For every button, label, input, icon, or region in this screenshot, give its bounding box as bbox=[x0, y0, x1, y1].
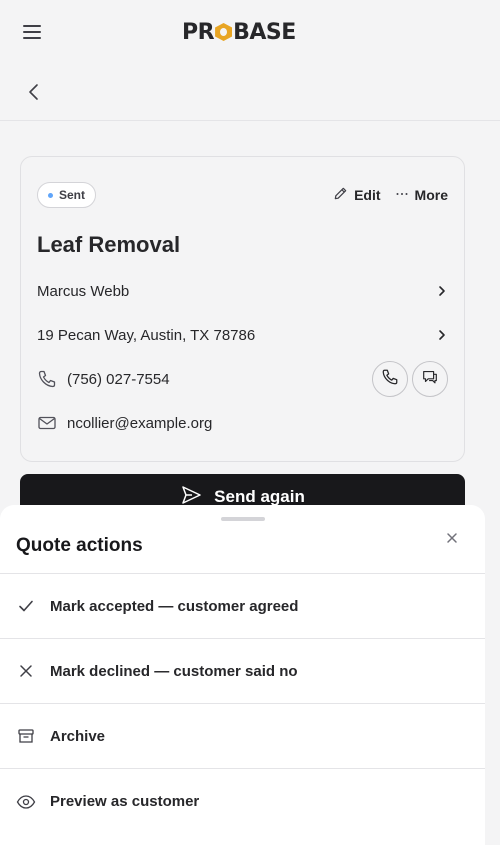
sub-header bbox=[0, 64, 500, 121]
hamburger-menu-icon[interactable] bbox=[20, 20, 44, 44]
send-again-label: Send again bbox=[214, 487, 305, 506]
status-label: Sent bbox=[59, 188, 86, 202]
edit-label: Edit bbox=[354, 187, 381, 203]
sheet-drag-handle[interactable] bbox=[221, 517, 265, 521]
archive-icon bbox=[16, 726, 36, 746]
action-label: Preview as customer bbox=[50, 793, 200, 810]
quote-title: Leaf Removal bbox=[37, 232, 181, 257]
status-dot-icon bbox=[48, 192, 53, 198]
chevron-right-icon bbox=[434, 327, 450, 347]
call-button[interactable] bbox=[372, 361, 408, 397]
back-arrow-icon[interactable] bbox=[22, 80, 46, 104]
eye-icon bbox=[16, 792, 36, 812]
action-label: Archive bbox=[50, 727, 106, 745]
preview-action[interactable]: Preview as customer bbox=[0, 769, 485, 834]
mail-icon bbox=[37, 413, 57, 433]
mark-accepted-action[interactable]: Mark accepted — customer agreed bbox=[0, 574, 485, 639]
edit-button[interactable]: Edit bbox=[333, 186, 381, 204]
more-dots-icon bbox=[395, 187, 409, 204]
logo-hex-icon bbox=[215, 23, 233, 41]
probase-logo[interactable]: PR BASE bbox=[182, 18, 296, 46]
chevron-right-icon bbox=[434, 283, 450, 303]
archive-action[interactable]: Archive bbox=[0, 704, 485, 769]
pencil-icon bbox=[333, 186, 348, 204]
logo-text-left: PR bbox=[182, 19, 215, 45]
logo-text-right: BASE bbox=[233, 19, 296, 45]
action-label: Mark declined — customer said no bbox=[50, 662, 298, 680]
customer-name: Marcus Webb bbox=[37, 282, 130, 300]
message-button[interactable] bbox=[412, 361, 448, 397]
email-text: ncollier@example.org bbox=[67, 414, 213, 432]
customer-row[interactable]: Marcus Webb bbox=[37, 279, 450, 303]
more-label: More bbox=[414, 187, 448, 203]
email-row[interactable]: ncollier@example.org bbox=[37, 411, 450, 435]
close-icon[interactable] bbox=[445, 531, 459, 545]
chat-bubbles-icon bbox=[421, 368, 439, 391]
phone-icon bbox=[37, 369, 57, 389]
card-actions: Edit More bbox=[333, 186, 448, 204]
quote-card: Sent Edit More Leaf Removal Marcus Webb … bbox=[20, 156, 465, 462]
x-icon bbox=[16, 661, 36, 681]
address-text: 19 Pecan Way, Austin, TX 78786 bbox=[37, 326, 256, 344]
more-button[interactable]: More bbox=[395, 187, 448, 204]
quote-actions-sheet: Quote actions Mark accepted — customer a… bbox=[0, 505, 485, 845]
sheet-title: Quote actions bbox=[16, 535, 143, 556]
address-row[interactable]: 19 Pecan Way, Austin, TX 78786 bbox=[37, 323, 450, 347]
phone-row: (756) 027-7554 bbox=[37, 367, 357, 391]
phone-number: (756) 027-7554 bbox=[67, 370, 170, 388]
check-icon bbox=[16, 596, 36, 616]
phone-icon bbox=[381, 368, 399, 391]
mark-declined-action[interactable]: Mark declined — customer said no bbox=[0, 639, 485, 704]
action-label: Mark accepted — customer agreed bbox=[50, 597, 299, 615]
status-badge: Sent bbox=[37, 182, 97, 208]
top-bar: PR BASE bbox=[0, 0, 500, 64]
